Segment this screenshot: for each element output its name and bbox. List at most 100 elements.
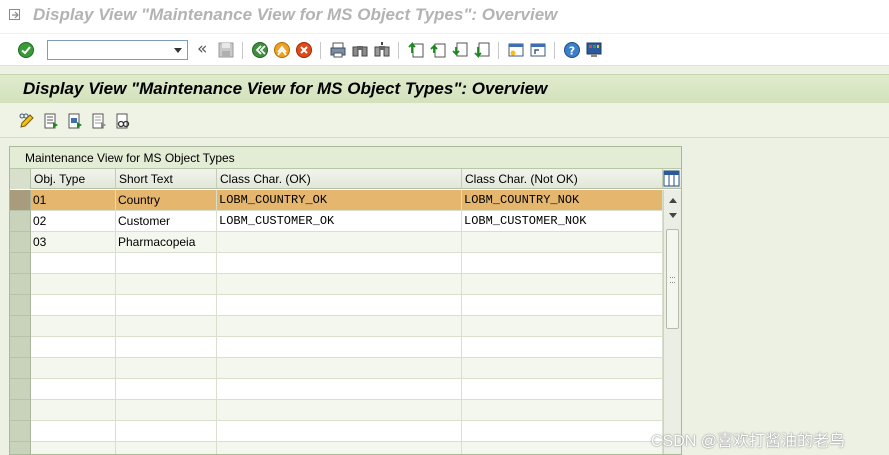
cell-class-not-ok[interactable]	[462, 253, 663, 274]
row-selector[interactable]	[10, 442, 31, 454]
cell-obj-type[interactable]: 01	[31, 190, 116, 211]
row-selector[interactable]	[10, 190, 31, 211]
cell-class-ok[interactable]	[217, 253, 462, 274]
select-all-icon[interactable]	[42, 112, 60, 130]
display-change-icon[interactable]	[18, 112, 36, 130]
next-page-icon[interactable]	[451, 41, 469, 59]
deselect-all-icon[interactable]	[90, 112, 108, 130]
cell-obj-type[interactable]	[31, 400, 116, 421]
table-settings-icon[interactable]	[663, 170, 680, 187]
table-row[interactable]: 01 Country LOBM_COUNTRY_OK LOBM_COUNTRY_NOK	[10, 190, 663, 211]
cell-short-text[interactable]	[116, 337, 217, 358]
scrollbar-thumb[interactable]	[666, 229, 679, 329]
table-row-empty[interactable]	[10, 358, 663, 379]
row-selector[interactable]	[10, 400, 31, 421]
cell-short-text[interactable]	[116, 253, 217, 274]
exit-icon[interactable]	[273, 41, 291, 59]
cell-obj-type[interactable]	[31, 337, 116, 358]
row-selector[interactable]	[10, 316, 31, 337]
previous-page-icon[interactable]	[429, 41, 447, 59]
column-header-class-not-ok[interactable]: Class Char. (Not OK)	[462, 169, 663, 189]
cell-class-ok[interactable]	[217, 274, 462, 295]
customize-layout-icon[interactable]	[585, 41, 603, 59]
table-row[interactable]: 02 Customer LOBM_CUSTOMER_OK LOBM_CUSTOMER_…	[10, 211, 663, 232]
table-row-empty[interactable]	[10, 442, 663, 454]
cell-short-text[interactable]	[116, 379, 217, 400]
save-icon[interactable]	[217, 41, 235, 59]
cell-short-text[interactable]	[116, 295, 217, 316]
cell-short-text[interactable]: Pharmacopeia	[116, 232, 217, 253]
find-icon[interactable]	[351, 41, 369, 59]
find-next-icon[interactable]	[373, 41, 391, 59]
enter-check-icon[interactable]	[17, 41, 35, 59]
row-selector[interactable]	[10, 337, 31, 358]
cell-obj-type[interactable]	[31, 295, 116, 316]
row-selector[interactable]	[10, 358, 31, 379]
cell-class-not-ok[interactable]	[462, 358, 663, 379]
cell-short-text[interactable]	[116, 421, 217, 442]
row-selector[interactable]	[10, 421, 31, 442]
cell-class-ok[interactable]: LOBM_COUNTRY_OK	[217, 190, 462, 211]
cell-class-not-ok[interactable]	[462, 232, 663, 253]
system-menu-icon[interactable]	[9, 9, 22, 21]
cell-class-not-ok[interactable]	[462, 274, 663, 295]
cell-class-not-ok[interactable]: LOBM_COUNTRY_NOK	[462, 190, 663, 211]
cell-class-ok[interactable]	[217, 316, 462, 337]
command-field-input[interactable]	[50, 42, 168, 58]
cell-short-text[interactable]: Customer	[116, 211, 217, 232]
cell-short-text[interactable]	[116, 400, 217, 421]
collapse-command-field-icon[interactable]: «	[197, 39, 207, 59]
table-row-empty[interactable]	[10, 295, 663, 316]
cell-obj-type[interactable]	[31, 253, 116, 274]
cell-class-ok[interactable]: LOBM_CUSTOMER_OK	[217, 211, 462, 232]
table-row[interactable]: 03 Pharmacopeia	[10, 232, 663, 253]
cell-class-ok[interactable]	[217, 379, 462, 400]
cell-obj-type[interactable]: 03	[31, 232, 116, 253]
cell-obj-type[interactable]	[31, 379, 116, 400]
cell-class-ok[interactable]	[217, 232, 462, 253]
cell-class-not-ok[interactable]	[462, 337, 663, 358]
back-icon[interactable]	[251, 41, 269, 59]
cell-class-ok[interactable]	[217, 400, 462, 421]
cell-short-text[interactable]	[116, 274, 217, 295]
cell-obj-type[interactable]	[31, 421, 116, 442]
cell-obj-type[interactable]	[31, 442, 116, 454]
cell-class-not-ok[interactable]	[462, 295, 663, 316]
command-field[interactable]	[47, 40, 188, 60]
table-row-empty[interactable]	[10, 253, 663, 274]
row-selector[interactable]	[10, 295, 31, 316]
select-block-icon[interactable]	[66, 112, 84, 130]
table-row-empty[interactable]	[10, 337, 663, 358]
print-icon[interactable]	[329, 41, 347, 59]
create-session-icon[interactable]	[507, 41, 525, 59]
table-row-empty[interactable]	[10, 400, 663, 421]
table-row-empty[interactable]	[10, 421, 663, 442]
chevron-down-icon[interactable]	[171, 43, 185, 57]
cell-short-text[interactable]	[116, 316, 217, 337]
row-selector[interactable]	[10, 379, 31, 400]
cell-class-ok[interactable]	[217, 421, 462, 442]
cell-class-not-ok[interactable]	[462, 316, 663, 337]
column-header-class-ok[interactable]: Class Char. (OK)	[217, 169, 462, 189]
cell-obj-type[interactable]	[31, 274, 116, 295]
cell-obj-type[interactable]	[31, 316, 116, 337]
cell-short-text[interactable]	[116, 358, 217, 379]
scroll-up-icon[interactable]	[668, 196, 678, 204]
other-view-icon[interactable]	[114, 112, 132, 130]
scroll-down-icon[interactable]	[668, 212, 678, 220]
cell-class-ok[interactable]	[217, 337, 462, 358]
cell-class-ok[interactable]	[217, 358, 462, 379]
help-icon[interactable]: ?	[563, 41, 581, 59]
cell-class-ok[interactable]	[217, 442, 462, 454]
table-row-empty[interactable]	[10, 379, 663, 400]
row-selector[interactable]	[10, 253, 31, 274]
row-selector[interactable]	[10, 232, 31, 253]
select-all-rows-button[interactable]	[10, 169, 31, 189]
cell-class-not-ok[interactable]	[462, 442, 663, 454]
cell-class-not-ok[interactable]	[462, 379, 663, 400]
table-row-empty[interactable]	[10, 274, 663, 295]
vertical-scrollbar[interactable]	[663, 190, 681, 454]
column-header-short-text[interactable]: Short Text	[116, 169, 217, 189]
row-selector[interactable]	[10, 274, 31, 295]
cell-short-text[interactable]	[116, 442, 217, 454]
